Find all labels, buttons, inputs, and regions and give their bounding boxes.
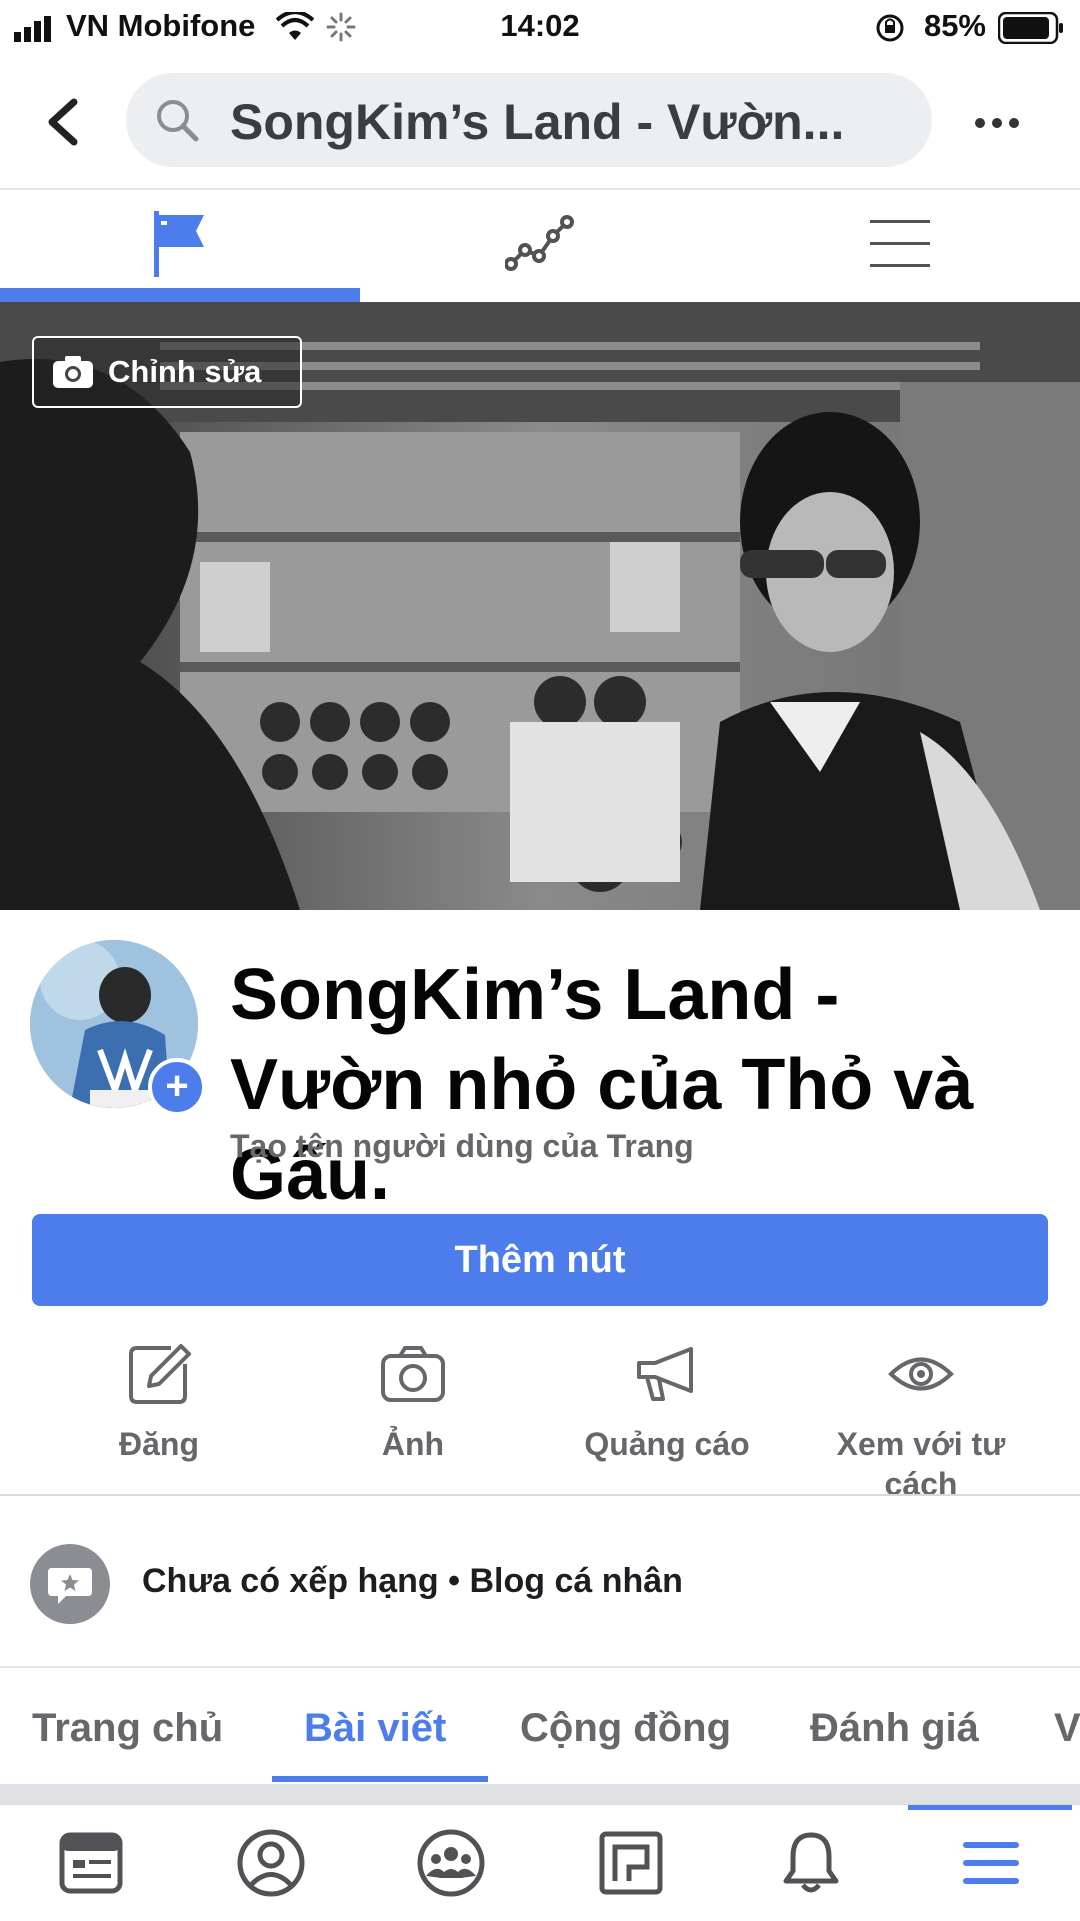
edit-cover-label: Chỉnh sửa [108,354,262,389]
tab-page[interactable] [0,190,360,298]
cover-photo[interactable]: Chỉnh sửa [0,302,1080,910]
search-title: SongKim’s Land - Vườn... [230,94,845,150]
search-bar[interactable]: SongKim’s Land - Vườn... [126,73,932,167]
active-tab-indicator [0,288,360,302]
nav-news-feed[interactable] [6,1805,176,1921]
hamburger-menu-icon [870,220,930,267]
battery-icon [998,12,1063,44]
flag-icon [154,211,204,277]
eye-icon [888,1357,954,1391]
top-header: SongKim’s Land - Vườn... [0,56,1080,190]
active-section-indicator [272,1776,488,1782]
advertise-action[interactable]: Quảng cáo [542,1336,792,1464]
photo-action[interactable]: Ảnh [288,1336,538,1464]
camera-icon [53,356,93,388]
profile-icon [237,1829,305,1897]
status-bar: VN Mobifone 14:02 85% [0,0,1080,56]
page-title: SongKim’s Land - Vườn nhỏ của Thỏ và Gấu… [230,955,974,1215]
rating-category-text: Chưa có xếp hạng • Blog cá nhân [142,1562,683,1600]
nav-groups[interactable] [366,1805,536,1921]
view-as-action-label: Xem với tư cách [836,1426,1006,1502]
tab-posts[interactable]: Bài viết [304,1706,446,1751]
rating-icon [30,1544,110,1624]
photo-action-label: Ảnh [381,1426,445,1462]
post-action[interactable]: Đăng [34,1336,284,1464]
orientation-lock-icon [876,14,904,42]
megaphone-icon [637,1347,693,1401]
nav-pages[interactable] [546,1805,716,1921]
bottom-navigation [0,1804,1080,1921]
search-icon [157,100,199,142]
divider [0,1494,1080,1496]
tab-community[interactable]: Cộng đồng [520,1706,731,1751]
bell-icon [783,1832,839,1893]
add-button-cta[interactable]: Thêm nút [32,1214,1048,1306]
page-section-tabs: Trang chủ Bài viết Cộng đồng Đánh giá V [0,1668,1080,1784]
tab-insights[interactable] [360,190,720,298]
nav-profile[interactable] [186,1805,356,1921]
insights-chart-icon [505,215,574,271]
tab-more-cutoff[interactable]: V [1054,1706,1080,1751]
edit-cover-button[interactable]: Chỉnh sửa [32,336,302,408]
more-options-icon[interactable] [972,108,1022,138]
nav-notifications[interactable] [726,1805,896,1921]
page-admin-tabs [0,190,1080,303]
clock: 14:02 [500,8,580,43]
view-as-action[interactable]: Xem với tư cách [796,1336,1046,1504]
post-action-label: Đăng [119,1426,199,1462]
section-divider [0,1784,1080,1804]
back-arrow-icon[interactable] [40,92,84,152]
edit-icon [129,1344,191,1404]
battery-percentage: 85% [923,8,986,43]
groups-icon [417,1829,485,1897]
tab-menu[interactable] [720,190,1080,298]
tab-home[interactable]: Trang chủ [32,1706,223,1751]
camera-icon [381,1346,445,1402]
hamburger-menu-icon [963,1842,1019,1884]
nav-menu[interactable] [906,1805,1076,1921]
tab-reviews[interactable]: Đánh giá [810,1706,979,1751]
create-username-link[interactable]: Tạo tên người dùng của Trang [230,1128,694,1165]
advertise-action-label: Quảng cáo [584,1426,750,1462]
add-profile-photo-button[interactable]: + [148,1058,206,1116]
news-feed-icon [59,1832,123,1894]
pages-icon [599,1831,663,1895]
